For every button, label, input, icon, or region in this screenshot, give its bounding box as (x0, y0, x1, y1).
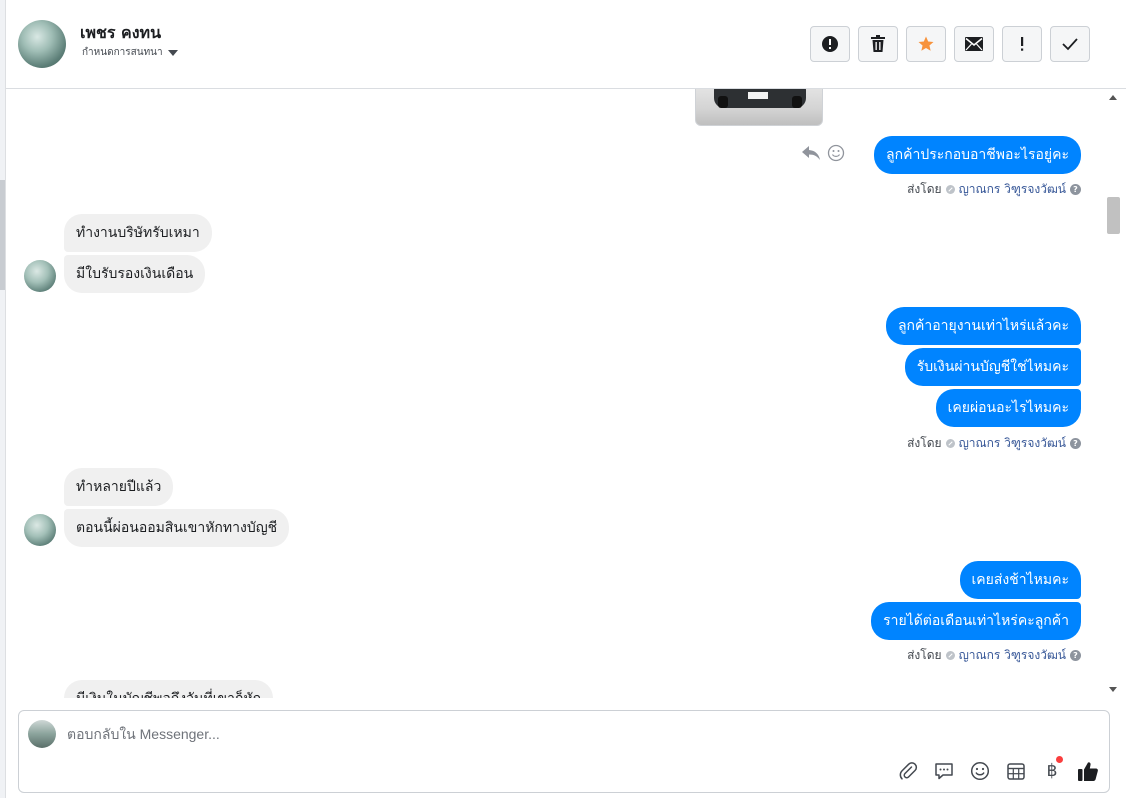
conversation-toolbar (810, 26, 1090, 62)
reply-composer: ฿ (18, 710, 1110, 793)
attach-button[interactable] (897, 760, 919, 782)
assign-label: กำหนดการสนทนา (82, 47, 163, 58)
help-icon[interactable]: ? (1070, 438, 1081, 449)
agent-status-icon (945, 185, 955, 194)
scroll-thumb[interactable] (1107, 197, 1120, 234)
incoming-message[interactable]: ทำหลายปีแล้ว (64, 468, 174, 506)
emoji-icon (970, 761, 990, 781)
appointment-icon (1007, 763, 1025, 780)
outgoing-message[interactable]: เคยส่งช้าไหมคะ (959, 561, 1081, 599)
react-emoji-icon[interactable] (827, 144, 845, 162)
sent-by-line: ส่งโดย ญาณกร วิฑูรจงวัฒน์ ? (907, 646, 1081, 665)
assign-conversation-dropdown[interactable]: กำหนดการสนทนา (82, 45, 178, 60)
delete-button[interactable] (858, 26, 898, 62)
agent-status-icon (945, 439, 955, 448)
mark-spam-button[interactable] (810, 26, 850, 62)
sent-by-label: ส่งโดย (907, 182, 942, 196)
help-icon[interactable]: ? (1070, 650, 1081, 661)
envelope-icon (965, 37, 983, 51)
composer-tools: ฿ (897, 756, 1099, 782)
payment-button[interactable]: ฿ (1041, 756, 1063, 782)
car-wheel-left (718, 96, 728, 108)
agent-status-icon (945, 651, 955, 660)
car-plate (748, 92, 768, 99)
message-actions (801, 144, 845, 162)
help-icon[interactable]: ? (1070, 184, 1081, 195)
saved-reply-button[interactable] (933, 760, 955, 782)
thread-scrollbar[interactable] (1105, 89, 1122, 698)
outgoing-message[interactable]: เคยผ่อนอะไรไหมคะ (935, 389, 1081, 427)
reply-input[interactable] (67, 723, 767, 745)
check-icon (1062, 38, 1078, 51)
scroll-down-arrow[interactable] (1109, 687, 1117, 692)
agent-name-link[interactable]: ญาณกร วิฑูรจงวัฒน์ (959, 180, 1066, 199)
outgoing-message[interactable]: รายได้ต่อเดือนเท่าไหร่คะลูกค้า (871, 602, 1081, 640)
conversation-header: เพชร คงทน กำหนดการสนทนา (6, 0, 1126, 89)
outgoing-message[interactable]: ลูกค้าประกอบอาชีพอะไรอยู่คะ (874, 136, 1081, 174)
left-rail-thumb[interactable] (0, 180, 5, 290)
incoming-message[interactable]: ตอนนี้ผ่อนออมสินเขาหักทางบัญชี (64, 509, 290, 547)
appointment-button[interactable] (1005, 760, 1027, 782)
car-wheel-right (792, 96, 802, 108)
contact-name[interactable]: เพชร คงทน (80, 21, 161, 46)
shared-image-car[interactable] (695, 89, 823, 126)
agent-name-link[interactable]: ญาณกร วิฑูรจงวัฒน์ (959, 646, 1066, 665)
contact-avatar[interactable] (18, 20, 66, 68)
page-avatar (28, 720, 56, 748)
star-icon (918, 36, 934, 51)
sent-by-line: ส่งโดย ญาณกร วิฑูรจงวัฒน์ ? (907, 180, 1081, 199)
notification-dot (1056, 756, 1063, 763)
thumbs-up-icon (1078, 762, 1098, 781)
sent-by-line: ส่งโดย ญาณกร วิฑูรจงวัฒน์ ? (907, 434, 1081, 453)
outgoing-message[interactable]: รับเงินผ่านบัญชีใช่ไหมคะ (904, 348, 1081, 386)
sent-by-label: ส่งโดย (907, 436, 942, 450)
reply-icon[interactable] (801, 145, 821, 161)
like-button[interactable] (1077, 760, 1099, 782)
chevron-down-icon (167, 49, 178, 56)
incoming-message-partial[interactable]: มีเงินในบัญชีพอถึงวันที่เขาก็หัก (64, 680, 274, 698)
spam-icon (822, 36, 838, 52)
incoming-message[interactable]: ทำงานบริษัทรับเหมา (64, 214, 212, 252)
message-thread[interactable]: ลูกค้าประกอบอาชีพอะไรอยู่คะ ส่งโดย ญาณกร… (6, 89, 1105, 698)
baht-icon: ฿ (1046, 761, 1058, 781)
scroll-up-arrow[interactable] (1109, 95, 1117, 100)
agent-name-link[interactable]: ญาณกร วิฑูรจงวัฒน์ (959, 434, 1066, 453)
exclamation-icon (1021, 37, 1024, 51)
mark-unread-button[interactable] (954, 26, 994, 62)
incoming-message[interactable]: มีใบรับรองเงินเดือน (64, 255, 206, 293)
star-button[interactable] (906, 26, 946, 62)
trash-icon (871, 35, 885, 52)
paperclip-icon (899, 762, 918, 780)
outgoing-message[interactable]: ลูกค้าอายุงานเท่าไหร่แล้วคะ (885, 307, 1081, 345)
contact-small-avatar[interactable] (24, 260, 56, 292)
emoji-button[interactable] (969, 760, 991, 782)
follow-up-button[interactable] (1002, 26, 1042, 62)
mark-done-button[interactable] (1050, 26, 1090, 62)
sent-by-label: ส่งโดย (907, 648, 942, 662)
saved-reply-icon (935, 763, 953, 780)
contact-small-avatar[interactable] (24, 514, 56, 546)
